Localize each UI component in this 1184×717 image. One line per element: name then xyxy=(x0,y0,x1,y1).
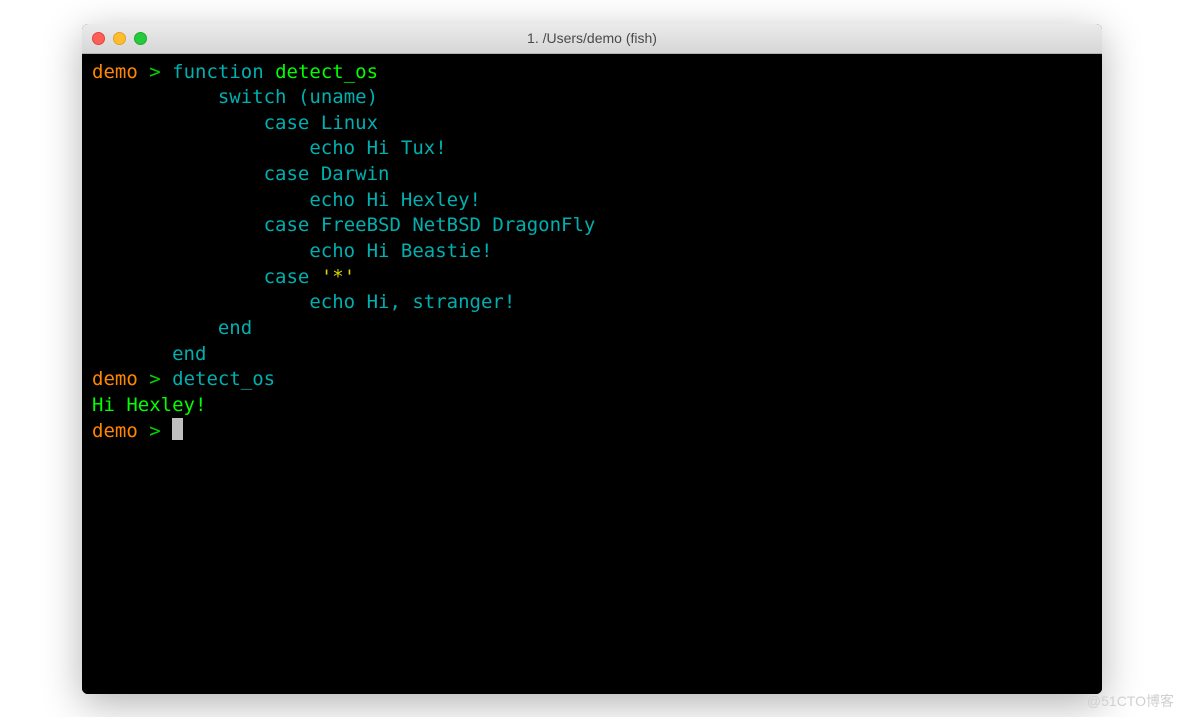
echo-rest: stranger! xyxy=(412,291,515,313)
echo-hi: Hi xyxy=(367,240,390,262)
window-title: 1. /Users/demo (fish) xyxy=(82,30,1102,46)
cmd-echo: echo xyxy=(309,240,355,262)
minimize-icon[interactable] xyxy=(113,32,126,45)
prompt-user: demo xyxy=(92,420,138,442)
echo-rest: Hexley! xyxy=(401,189,481,211)
kw-case: case xyxy=(264,214,310,236)
title-bar: 1. /Users/demo (fish) xyxy=(82,24,1102,54)
kw-case: case xyxy=(264,112,310,134)
output-line: Hi Hexley! xyxy=(92,394,206,416)
watermark: @51CTO博客 xyxy=(1087,691,1174,711)
terminal-window: 1. /Users/demo (fish) demo > function de… xyxy=(82,24,1102,694)
echo-rest: Tux! xyxy=(401,137,447,159)
case-arg: Linux xyxy=(321,112,378,134)
kw-switch: switch xyxy=(218,86,287,108)
terminal-body[interactable]: demo > function detect_os switch (uname)… xyxy=(82,54,1102,694)
prompt-arrow: > xyxy=(149,368,160,390)
echo-hi: Hi xyxy=(367,189,390,211)
kw-function: function xyxy=(172,61,264,83)
prompt-user: demo xyxy=(92,368,138,390)
cmd-detect-os: detect_os xyxy=(172,368,275,390)
fn-name: detect_os xyxy=(275,61,378,83)
kw-case: case xyxy=(264,266,310,288)
case-arg: '*' xyxy=(321,266,355,288)
kw-case: case xyxy=(264,163,310,185)
switch-arg: (uname) xyxy=(298,86,378,108)
cmd-echo: echo xyxy=(309,137,355,159)
close-icon[interactable] xyxy=(92,32,105,45)
cursor xyxy=(172,418,183,440)
case-arg: Darwin xyxy=(321,163,390,185)
echo-hi: Hi, xyxy=(367,291,401,313)
echo-rest: Beastie! xyxy=(401,240,493,262)
prompt-arrow: > xyxy=(149,420,160,442)
traffic-lights xyxy=(92,32,147,45)
kw-end: end xyxy=(172,343,206,365)
cmd-echo: echo xyxy=(309,189,355,211)
echo-hi: Hi xyxy=(367,137,390,159)
maximize-icon[interactable] xyxy=(134,32,147,45)
kw-end: end xyxy=(218,317,252,339)
prompt-arrow: > xyxy=(149,61,160,83)
prompt-user: demo xyxy=(92,61,138,83)
cmd-echo: echo xyxy=(309,291,355,313)
case-arg: FreeBSD NetBSD DragonFly xyxy=(321,214,596,236)
